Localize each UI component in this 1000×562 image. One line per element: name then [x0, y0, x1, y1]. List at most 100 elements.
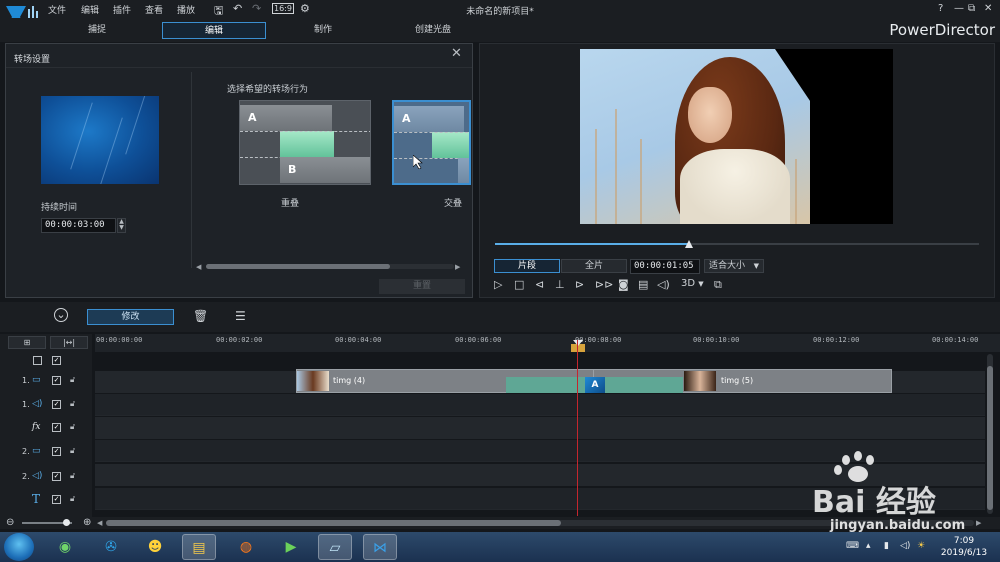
menu-view[interactable]: 查看	[145, 3, 163, 16]
tray-expand-icon[interactable]: ▴	[866, 541, 871, 551]
video-subject-face	[688, 87, 732, 143]
play-icon[interactable]: ▷	[494, 278, 502, 291]
reed	[615, 109, 617, 224]
menu-playback[interactable]: 播放	[177, 3, 195, 16]
transition-option-overlap[interactable]: A B	[239, 100, 371, 185]
zoom-in-icon[interactable]: ⊕	[83, 517, 91, 528]
volume-icon[interactable]: ◁)	[657, 278, 670, 291]
tab-edit[interactable]: 编辑	[162, 22, 266, 39]
stop-icon[interactable]: □	[514, 278, 524, 291]
taskbar-video-app-icon[interactable]: ▶	[274, 534, 308, 560]
taskbar-qq-icon[interactable]: ☻	[138, 534, 172, 560]
playhead-handle-icon[interactable]	[573, 340, 583, 346]
track-enable-checkbox[interactable]: ✓	[52, 400, 61, 409]
close-icon[interactable]: ✕	[984, 3, 992, 14]
subtitle-icon[interactable]: ▤	[638, 278, 648, 291]
ruler-tick: 00:00:12:00	[813, 336, 860, 344]
reset-button[interactable]: 重置	[379, 279, 465, 294]
duration-input[interactable]: 00:00:03:00	[41, 218, 116, 233]
lock-icon[interactable]: 🔓︎	[70, 422, 75, 432]
zoom-slider-handle[interactable]	[63, 519, 70, 526]
next-frame-icon[interactable]: ⊳	[575, 278, 584, 291]
start-button-icon[interactable]	[4, 533, 34, 561]
help-icon[interactable]: ?	[938, 3, 943, 14]
tab-produce[interactable]: 制作	[271, 22, 375, 39]
lock-icon[interactable]: 🔓︎	[70, 446, 75, 456]
lock-icon[interactable]: 🔓︎	[70, 375, 75, 385]
redo-icon[interactable]: ↷	[252, 2, 261, 15]
reed	[795, 159, 797, 224]
duration-label: 持续时间	[41, 203, 78, 213]
panel-close-icon[interactable]: ✕	[451, 46, 462, 61]
fit-timeline-icon[interactable]: |↔|	[50, 336, 88, 349]
battery-icon[interactable]: ▮	[884, 541, 889, 551]
split-icon[interactable]: ⊥	[555, 278, 565, 291]
menu-file[interactable]: 文件	[48, 3, 66, 16]
tab-movie[interactable]: 全片	[561, 259, 627, 273]
menu-plugins[interactable]: 插件	[113, 3, 131, 16]
aspect-ratio-icon[interactable]: 16:9	[272, 3, 294, 14]
taskbar-notepad-icon[interactable]: ▱	[318, 534, 352, 560]
volume-tray-icon[interactable]: ◁)	[900, 541, 910, 551]
track-lane-fx[interactable]	[95, 417, 985, 439]
zoom-out-icon[interactable]: ⊖	[6, 517, 14, 528]
track-enable-checkbox[interactable]: ✓	[52, 447, 61, 456]
fx-track-icon: fx	[32, 422, 41, 432]
track-lane-audio-1[interactable]	[95, 394, 985, 416]
lock-icon[interactable]: 🔓︎	[70, 471, 75, 481]
taskbar-360-icon[interactable]: ◉	[48, 534, 82, 560]
track-number: 1.	[22, 400, 30, 409]
scroll-left-icon[interactable]: ◀	[97, 519, 102, 527]
scroll-left-icon[interactable]: ◀	[196, 263, 201, 271]
tab-capture[interactable]: 捕捉	[45, 22, 149, 39]
cursor-icon	[413, 155, 423, 169]
menu-edit[interactable]: 编辑	[81, 3, 99, 16]
track-enable-checkbox[interactable]: ✓	[52, 423, 61, 432]
lock-icon[interactable]: 🔓︎	[70, 494, 75, 504]
track-enable-checkbox[interactable]: ✓	[52, 376, 61, 385]
restore-icon[interactable]: ⧉	[968, 3, 975, 14]
collapse-icon[interactable]: ⌄	[54, 308, 68, 322]
timeline-hscroll-thumb[interactable]	[106, 520, 561, 526]
track-manager-icon[interactable]: ⊞	[8, 336, 46, 349]
panel-title: 转场设置	[14, 55, 51, 65]
undock-icon[interactable]: ⧉	[714, 278, 722, 292]
enable-all-checkbox[interactable]: ✓	[52, 356, 61, 365]
preview-timecode[interactable]: 00:00:01:05	[630, 259, 700, 274]
panel-hscroll-thumb[interactable]	[206, 264, 390, 269]
taskbar-media-player-icon[interactable]: ✇	[94, 534, 128, 560]
network-icon[interactable]: ☀	[917, 541, 925, 551]
system-clock[interactable]: 7:09 2019/6/13	[932, 535, 996, 559]
prev-frame-icon[interactable]: ⊲	[535, 278, 544, 291]
track-enable-checkbox[interactable]: ✓	[52, 472, 61, 481]
fit-size-dropdown[interactable]: 适合大小 ▼	[704, 259, 764, 273]
fast-forward-icon[interactable]: ⊳⊳	[595, 278, 613, 291]
brand-name: PowerDirector	[889, 21, 995, 39]
scroll-right-icon[interactable]: ▶	[455, 263, 460, 271]
taskbar-powerdirector-icon[interactable]: ⋈	[363, 534, 397, 560]
keyboard-tray-icon[interactable]: ⌨	[846, 541, 859, 551]
tab-create-disc[interactable]: 创建光盘	[381, 22, 485, 39]
track-enable-checkbox[interactable]: ✓	[52, 495, 61, 504]
overlap-label: 重叠	[280, 199, 299, 209]
clip-properties-icon[interactable]: ☰	[235, 309, 246, 323]
title-track-icon: T	[32, 492, 41, 506]
lock-icon[interactable]: 🔓︎	[70, 399, 75, 409]
taskbar-firefox-icon[interactable]: ◍	[229, 534, 263, 560]
minimize-icon[interactable]: —	[954, 3, 964, 14]
snapshot-camera-icon[interactable]: ◙	[618, 278, 629, 291]
select-all-tracks-icon[interactable]	[33, 356, 42, 365]
settings-gear-icon[interactable]: ⚙	[300, 2, 310, 15]
3d-mode-button[interactable]: 3D ▼	[681, 278, 704, 289]
duration-spinner[interactable]: ▲ ▼	[117, 218, 126, 233]
taskbar-explorer-icon[interactable]: ▤	[182, 534, 216, 560]
preview-scrubber-handle[interactable]	[685, 240, 693, 248]
clip-name: timg (5)	[721, 376, 754, 385]
undo-icon[interactable]: ↶	[233, 2, 242, 15]
transition-option-cross[interactable]: A	[392, 100, 471, 185]
modify-button[interactable]: 修改	[87, 309, 174, 325]
transition-icon[interactable]: A	[585, 377, 605, 393]
tab-clip[interactable]: 片段	[494, 259, 560, 273]
delete-trash-icon[interactable]: 🗑	[193, 309, 208, 323]
watermark-url: jingyan.baidu.com	[830, 518, 966, 533]
